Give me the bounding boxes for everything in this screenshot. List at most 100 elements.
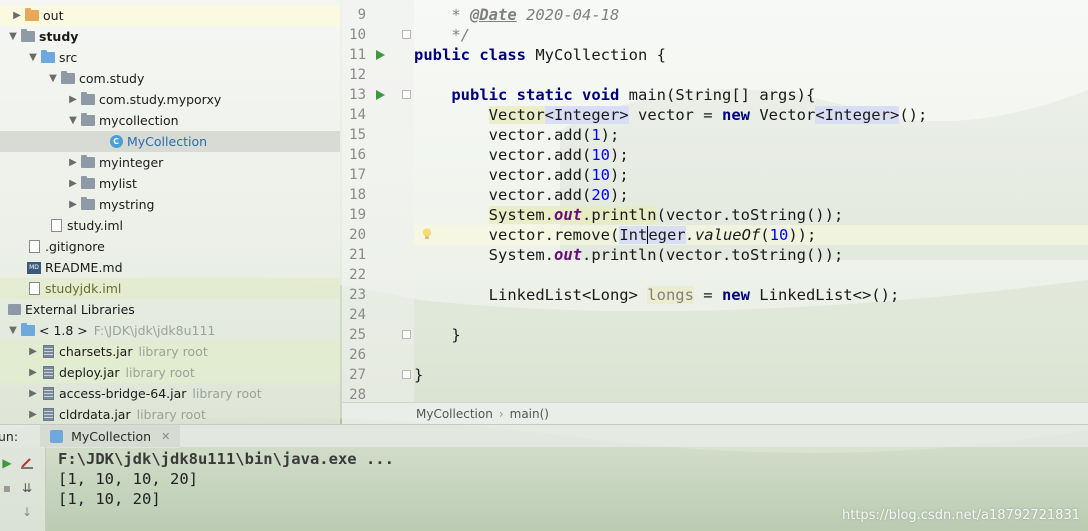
tree-item-jdk[interactable]: ▼ < 1.8 > F:\JDK\jdk\jdk8u111 (0, 320, 340, 341)
markdown-file-icon: MD (26, 261, 42, 275)
fold-icon[interactable] (402, 330, 411, 339)
tree-item-gitignore[interactable]: .gitignore (0, 236, 340, 257)
run-class-icon[interactable] (376, 50, 385, 60)
tree-item-com-study[interactable]: ▼ com.study (0, 68, 340, 89)
breadcrumb-method[interactable]: main() (510, 407, 549, 421)
fold-icon[interactable] (402, 90, 411, 99)
fold-icon[interactable] (402, 370, 411, 379)
close-icon[interactable]: ✕ (161, 430, 170, 443)
chevron-right-icon[interactable]: ▶ (26, 387, 40, 401)
class-icon: C (108, 135, 124, 149)
chevron-right-icon[interactable]: ▶ (66, 198, 80, 212)
code-line[interactable]: vector.add(10); (414, 145, 629, 165)
chevron-right-icon[interactable]: ▶ (66, 93, 80, 107)
soft-wrap-icon[interactable]: ⇊ (20, 481, 34, 495)
tree-item-out[interactable]: ▶ out (0, 5, 340, 26)
chevron-right-icon[interactable]: ▶ (66, 177, 80, 191)
tree-item-cldrdata-jar[interactable]: ▶ cldrdata.jar library root (0, 404, 340, 424)
chevron-right-icon[interactable]: ▶ (10, 9, 24, 23)
tree-item-mycollection-class[interactable]: C MyCollection (0, 131, 340, 152)
line-number: 28 (349, 387, 366, 402)
tree-item-study[interactable]: ▼ study (0, 26, 340, 47)
iml-file-icon (26, 282, 42, 296)
tree-item-mycollection[interactable]: ▼ mycollection (0, 110, 340, 131)
chevron-down-icon[interactable]: ▼ (46, 72, 60, 86)
chevron-right-icon[interactable]: ▶ (26, 408, 40, 422)
jdk-icon (20, 323, 36, 338)
chevron-down-icon[interactable]: ▼ (6, 30, 20, 44)
code-line[interactable]: Vector<Integer> vector = new Vector<Inte… (414, 105, 927, 125)
code-editor[interactable]: 9 10 11 12 13 14 15 16 17 18 19 20 21 22… (342, 0, 1088, 402)
chevron-right-icon[interactable]: ▶ (26, 345, 40, 359)
code-line[interactable]: public class MyCollection { (414, 45, 666, 65)
library-icon (6, 303, 22, 317)
code-line[interactable]: vector.add(10); (414, 165, 629, 185)
line-number: 26 (349, 347, 366, 363)
tree-item-access-bridge-jar[interactable]: ▶ access-bridge-64.jar library root (0, 383, 340, 404)
code-line[interactable]: vector.add(1); (414, 125, 620, 145)
code-line[interactable]: System.out.println(vector.toString()); (414, 245, 844, 265)
run-tool-window-header: un: MyCollection ✕ (0, 424, 1088, 448)
tree-item-readme[interactable]: MD README.md (0, 257, 340, 278)
tree-item-study-iml[interactable]: study.iml (0, 215, 340, 236)
run-tab[interactable]: MyCollection ✕ (40, 424, 181, 448)
breadcrumb-class[interactable]: MyCollection (416, 407, 493, 421)
code-line[interactable]: LinkedList<Long> longs = new LinkedList<… (414, 285, 899, 305)
tree-item-myinteger[interactable]: ▶ myinteger (0, 152, 340, 173)
editor-gutter[interactable]: 9 10 11 12 13 14 15 16 17 18 19 20 21 22… (342, 0, 414, 402)
code-line[interactable]: * @Date 2020-04-18 (414, 5, 619, 25)
chevron-down-icon[interactable]: ▼ (26, 51, 40, 65)
line-number: 10 (349, 27, 366, 43)
run-main-icon[interactable] (376, 90, 385, 100)
code-line-current[interactable]: vector.remove(Integer.valueOf(10)); (414, 225, 1088, 245)
chevron-right-icon[interactable]: ▶ (26, 366, 40, 380)
line-number: 17 (349, 167, 366, 183)
chevron-right-icon[interactable]: ▶ (66, 156, 80, 170)
package-icon (80, 113, 96, 128)
tree-item-com-study-myporxy[interactable]: ▶ com.study.myporxy (0, 89, 340, 110)
console-output-line: [1, 10, 10, 20] (58, 470, 198, 488)
tree-item-charsets-jar[interactable]: ▶ charsets.jar library root (0, 341, 340, 362)
tree-item-src[interactable]: ▼ src (0, 47, 340, 68)
chevron-down-icon[interactable]: ▼ (6, 324, 20, 338)
line-number: 20 (349, 227, 366, 243)
code-line[interactable]: } (414, 325, 460, 345)
watermark: https://blog.csdn.net/a18792721831 (841, 508, 1080, 523)
chevron-down-icon[interactable]: ▼ (66, 114, 80, 128)
code-line[interactable]: vector.add(20); (414, 185, 629, 205)
jar-icon (40, 366, 56, 380)
line-number: 9 (357, 7, 366, 23)
scroll-to-end-icon[interactable]: ↓ (20, 505, 34, 519)
tree-item-studyjdk-iml[interactable]: studyjdk.iml (0, 278, 340, 299)
code-line[interactable]: System.out.println(vector.toString()); (414, 205, 843, 225)
code-line[interactable]: */ (414, 25, 470, 45)
line-number: 12 (349, 67, 366, 83)
line-number: 25 (349, 327, 366, 343)
rerun-icon[interactable]: ▶ (0, 456, 14, 470)
code-line[interactable]: } (414, 365, 423, 385)
line-number: 16 (349, 147, 366, 163)
line-number: 19 (349, 207, 366, 223)
text-file-icon (26, 240, 42, 254)
package-icon (80, 176, 96, 191)
iml-file-icon (48, 219, 64, 233)
tree-item-mylist[interactable]: ▶ mylist (0, 173, 340, 194)
tree-item-external-libraries[interactable]: External Libraries (0, 299, 340, 320)
package-icon (80, 155, 96, 170)
line-number: 21 (349, 247, 366, 263)
tree-item-deploy-jar[interactable]: ▶ deploy.jar library root (0, 362, 340, 383)
stop-icon[interactable] (20, 456, 34, 470)
run-label: un: (0, 428, 19, 444)
line-number: 14 (349, 107, 366, 123)
line-number: 23 (349, 287, 366, 303)
scroll-up-icon[interactable]: ▪ (0, 481, 14, 495)
folder-icon (24, 8, 40, 23)
line-number: 22 (349, 267, 366, 283)
run-console[interactable]: ▶ ▪ ⇊ ↓ F:\JDK\jdk\jdk8u111\bin\java.exe… (0, 447, 1088, 531)
fold-icon[interactable] (402, 30, 411, 39)
tree-item-mystring[interactable]: ▶ mystring (0, 194, 340, 215)
console-toolbar: ▶ ▪ ⇊ ↓ (0, 447, 46, 531)
console-output-line: [1, 10, 20] (58, 490, 161, 508)
code-line[interactable]: public static void main(String[] args){ (414, 85, 815, 105)
line-number: 24 (349, 307, 366, 323)
